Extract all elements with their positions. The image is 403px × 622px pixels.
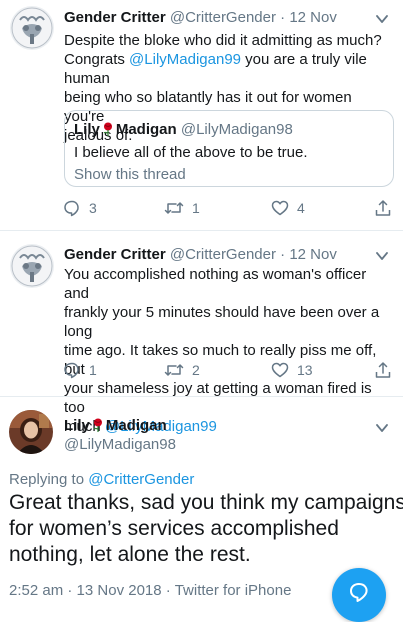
replying-to: Replying to @CritterGender <box>9 470 194 489</box>
avatar[interactable] <box>9 410 53 454</box>
tweet-actions: 3 1 4 <box>63 199 393 219</box>
tweet-text-line: nothing, let alone the rest. <box>9 543 251 566</box>
compose-icon <box>350 583 368 602</box>
retweet-count: 1 <box>192 200 200 216</box>
tweet-2[interactable]: Gender Critter @CritterGender · 12 Nov Y… <box>0 231 403 435</box>
separator-dot: · <box>280 246 286 263</box>
tweet-source: Twitter for iPhone <box>174 582 292 599</box>
separator-dot: · <box>165 582 171 599</box>
tweet-date[interactable]: 12 Nov <box>289 246 337 263</box>
chevron-down-icon[interactable] <box>375 249 389 263</box>
tweet-actions: 1 2 13 <box>63 361 393 381</box>
tweet-header: Gender Critter @CritterGender · 12 Nov <box>64 8 385 27</box>
retweet-count: 2 <box>192 362 200 378</box>
tweet-header: Gender Critter @CritterGender · 12 Nov <box>64 245 385 264</box>
reply-icon <box>64 362 79 379</box>
like-button[interactable]: 4 <box>271 199 305 217</box>
compose-button[interactable] <box>332 568 386 622</box>
tweet-text-line: for women’s services accomplished <box>9 517 339 540</box>
rose-icon <box>103 122 112 136</box>
tweet-text-line: frankly your 5 minutes should have been … <box>64 304 380 340</box>
tweet-full-date: 13 Nov 2018 <box>76 582 162 599</box>
like-count: 4 <box>297 200 305 216</box>
retweet-button[interactable]: 1 <box>164 199 200 217</box>
text-fragment: Congrats <box>64 51 130 68</box>
tweet-text-line: Congrats @LilyMadigan99 you are a truly … <box>64 50 385 88</box>
like-button[interactable]: 13 <box>271 361 313 379</box>
mention-link[interactable]: @LilyMadigan99 <box>129 51 241 68</box>
retweet-icon <box>164 364 184 376</box>
chevron-down-icon[interactable] <box>375 12 389 26</box>
tweet-timestamp[interactable]: 2:52 am · 13 Nov 2018 · Twitter for iPho… <box>9 581 291 600</box>
replying-label: Replying to <box>9 471 89 488</box>
user-handle[interactable]: @CritterGender <box>170 9 276 26</box>
separator-dot: · <box>280 9 286 26</box>
like-icon <box>271 362 289 378</box>
share-button[interactable] <box>374 199 392 217</box>
chevron-down-icon[interactable] <box>375 421 389 435</box>
quoted-display-name-last: Madigan <box>115 121 177 138</box>
tweet-text-line: Despite the bloke who did it admitting a… <box>64 32 382 49</box>
share-icon <box>375 200 391 216</box>
tweet-date[interactable]: 12 Nov <box>289 9 337 26</box>
reply-count: 3 <box>89 200 97 216</box>
reply-button[interactable]: 1 <box>63 361 97 379</box>
tweet-1[interactable]: Gender Critter @CritterGender · 12 Nov D… <box>0 0 403 230</box>
share-button[interactable] <box>374 361 392 379</box>
like-count: 13 <box>297 362 313 378</box>
reply-button[interactable]: 3 <box>63 199 97 217</box>
share-icon <box>375 362 391 378</box>
avatar[interactable] <box>10 6 54 50</box>
display-name[interactable]: Gender Critter <box>64 9 166 26</box>
tweet-text-line: You accomplished nothing as woman's offi… <box>64 266 367 302</box>
replying-mention-link[interactable]: @CritterGender <box>88 471 194 488</box>
user-handle[interactable]: @CritterGender <box>170 246 276 263</box>
user-handle[interactable]: @LilyMadigan98 <box>64 435 176 454</box>
display-name-last[interactable]: Madigan <box>106 417 167 434</box>
quoted-handle: @LilyMadigan98 <box>180 121 293 138</box>
tweet-time: 2:52 am <box>9 582 64 599</box>
reply-count: 1 <box>89 362 97 378</box>
display-name[interactable]: Gender Critter <box>64 246 166 263</box>
main-tweet: Lily Madigan @LilyMadigan98 Replying to @… <box>0 397 403 600</box>
like-icon <box>271 200 289 216</box>
rose-icon <box>93 418 102 432</box>
quoted-display-name: Lily <box>74 121 100 138</box>
display-name[interactable]: Lily <box>64 417 90 434</box>
tweet-text-line: Great thanks, sad you think my campaigns <box>9 491 403 514</box>
retweet-button[interactable]: 2 <box>164 361 200 379</box>
avatar[interactable] <box>10 244 54 288</box>
reply-icon <box>64 200 79 217</box>
retweet-icon <box>164 202 184 214</box>
quoted-tweet[interactable]: Lily Madigan @LilyMadigan98 I believe all… <box>64 110 394 187</box>
separator-dot: · <box>67 582 73 599</box>
show-thread-link[interactable]: Show this thread <box>74 165 186 184</box>
main-tweet-text: Great thanks, sad you think my campaigns… <box>9 490 403 568</box>
quoted-text: I believe all of the above to be true. <box>74 144 308 161</box>
